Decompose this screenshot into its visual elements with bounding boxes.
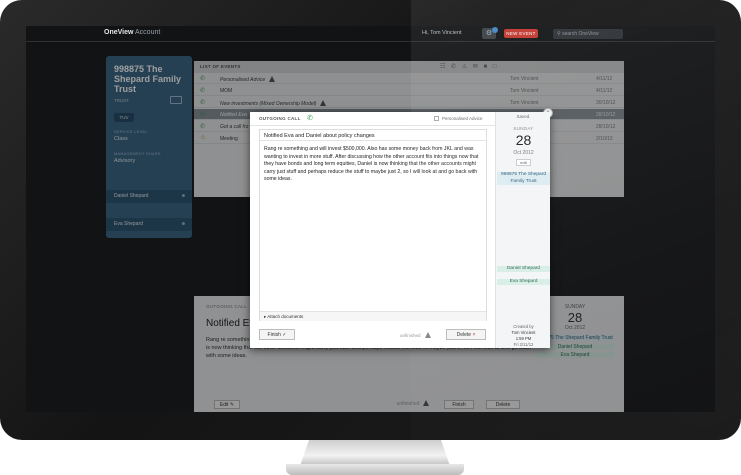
screen: OneView Account Hi, Tom Vincient ⚙ NEW E… [26,26,715,412]
note-editor[interactable]: Notified Eva and Daniel about policy cha… [259,129,487,321]
search-input[interactable]: ⚲ search OneView [553,29,623,39]
contact-tag-eva[interactable]: Eva Shepard [497,279,550,285]
event-month: Oct 2012 [513,150,534,156]
modal-footer: Finish ✓ unfinished Delete × [250,324,496,348]
modal-side-panel: Saved. SUNDAY 28 Oct 2012 edit 998875 Th… [495,112,550,348]
unfinished-status: unfinished [400,332,431,338]
personalised-advice-label: Personalised Advice [442,116,483,121]
delete-button[interactable]: Delete × [446,329,486,340]
created-by-value: Tom Vincient [511,330,536,335]
notification-badge [492,27,498,33]
monitor-base [286,464,464,475]
subject-input[interactable]: Notified Eva and Daniel about policy cha… [260,130,486,141]
event-time: 1:59 PM [515,336,532,341]
event-date-short: Fri 2/11/12 [513,342,534,347]
delete-x-icon: × [472,332,476,338]
new-event-button[interactable]: NEW EVENT [504,29,538,38]
event-day: SUNDAY [513,126,534,131]
event-type-label: OUTGOING CALL [259,116,301,121]
client-tag[interactable]: 998875 The Shepard Family Trust [497,172,550,185]
edit-date-button[interactable]: edit [516,159,531,166]
user-greeting: Hi, Tom Vincient [422,30,462,36]
monitor-stand [300,440,450,466]
finish-button[interactable]: Finish ✓ [259,329,295,340]
personalised-advice-checkbox[interactable] [434,116,439,121]
attach-documents-toggle[interactable]: ▸ Attach documents [260,311,486,321]
saved-status: Saved. [516,114,531,119]
contact-tag-daniel[interactable]: Daniel Shepard [497,266,550,272]
app-logo[interactable]: OneView Account [104,29,160,36]
phone-icon: ✆ [307,115,313,122]
warning-icon [424,332,431,338]
note-body[interactable]: Rang re something and will invest $500,0… [264,146,482,184]
top-bar: OneView Account Hi, Tom Vincient ⚙ NEW E… [26,26,715,42]
event-date-num: 28 [515,132,532,148]
created-by-label: Created by [513,324,534,329]
event-modal: OUTGOING CALL ✆ Personalised Advice × No… [250,108,553,348]
